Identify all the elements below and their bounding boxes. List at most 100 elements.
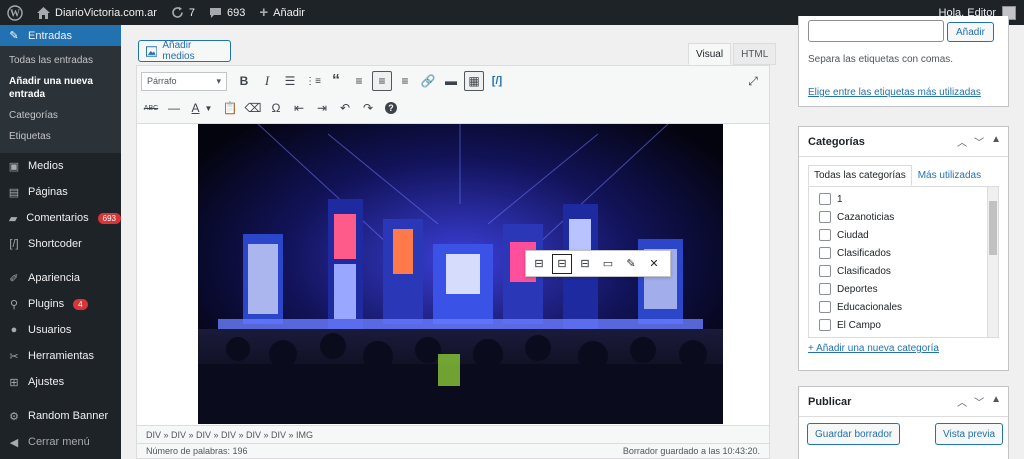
menu-herramientas[interactable]: ✂ Herramientas: [0, 343, 121, 369]
pencil-icon: ✎: [626, 258, 636, 270]
align-right-button[interactable]: ≡: [395, 71, 415, 91]
indent-button[interactable]: ⇥: [312, 98, 332, 118]
image-remove-button[interactable]: ✕: [644, 254, 664, 274]
blockquote-button[interactable]: “: [326, 71, 346, 91]
publish-title: Publicar: [808, 395, 852, 408]
image-align-center-button[interactable]: ⊟: [552, 253, 572, 274]
redo-button[interactable]: ↷: [358, 98, 378, 118]
element-path: DIV » DIV » DIV » DIV » DIV » DIV » IMG: [136, 425, 770, 443]
menu-plugins[interactable]: ⚲ Plugins 4: [0, 291, 121, 317]
tab-visual[interactable]: Visual: [688, 43, 732, 65]
strikethrough-button[interactable]: ABC: [141, 98, 161, 118]
category-item[interactable]: Deportes: [819, 280, 998, 298]
save-draft-label: Guardar borrador: [815, 428, 893, 440]
bold-button[interactable]: B: [234, 71, 254, 91]
category-checkbox[interactable]: [819, 211, 831, 223]
category-item[interactable]: Clasificados: [819, 244, 998, 262]
italic-icon: I: [264, 73, 270, 88]
draft-saved-status: Borrador guardado a las 10:43:20.: [622, 446, 760, 456]
indent-icon: ⇥: [316, 101, 328, 115]
category-item[interactable]: Cazanoticias: [819, 208, 998, 226]
preview-button[interactable]: Vista previa: [935, 423, 1004, 445]
gear-icon: ⚙: [9, 410, 19, 423]
tab-most-used[interactable]: Más utilizadas: [912, 165, 987, 186]
format-select[interactable]: Párrafo ▾: [141, 71, 227, 91]
categories-scrollbar[interactable]: [987, 187, 998, 337]
scrollbar-thumb[interactable]: [989, 201, 997, 255]
image-edit-button[interactable]: ✎: [621, 254, 641, 274]
fullscreen-button[interactable]: ⤢: [743, 71, 763, 91]
category-checkbox[interactable]: [819, 301, 831, 313]
read-more-button[interactable]: ▬: [441, 71, 461, 91]
menu-usuarios[interactable]: ● Usuarios: [0, 317, 121, 343]
submenu-categorias[interactable]: Categorías: [0, 105, 121, 126]
bulleted-list-button[interactable]: ☰: [280, 71, 300, 91]
menu-paginas[interactable]: ▤ Páginas: [0, 179, 121, 205]
collapse-menu[interactable]: ◀ Cerrar menú: [0, 429, 121, 455]
chevron-down-icon[interactable]: ﹀: [974, 134, 984, 149]
updates-link[interactable]: 7: [164, 0, 202, 25]
save-draft-button[interactable]: Guardar borrador: [807, 423, 901, 445]
chevron-up-icon[interactable]: ︿: [957, 394, 967, 409]
image-align-none-button[interactable]: ▭: [598, 254, 618, 274]
horizontal-line-button[interactable]: —: [164, 98, 184, 118]
category-checkbox[interactable]: [819, 229, 831, 241]
outdent-button[interactable]: ⇤: [289, 98, 309, 118]
category-item[interactable]: Educacionales: [819, 298, 998, 316]
new-content-link[interactable]: + Añadir: [252, 0, 312, 25]
align-center-button[interactable]: ≡: [372, 71, 392, 91]
paste-as-text-button[interactable]: 📋: [220, 98, 240, 118]
tab-all-categories[interactable]: Todas las categorías: [808, 165, 912, 186]
toggle-panel-icon[interactable]: ▲: [991, 134, 1001, 149]
menu-random-banner[interactable]: ⚙ Random Banner: [0, 403, 121, 429]
add-media-button[interactable]: Añadir medios: [138, 40, 231, 62]
chevron-down-icon[interactable]: ﹀: [974, 394, 984, 409]
tag-input[interactable]: [808, 20, 944, 42]
comments-link[interactable]: 693: [202, 0, 252, 25]
submenu-etiquetas[interactable]: Etiquetas: [0, 126, 121, 147]
add-tag-button[interactable]: Añadir: [947, 22, 994, 42]
settings-icon: ⊞: [9, 376, 19, 389]
menu-entradas[interactable]: ✎ Entradas: [0, 25, 121, 46]
menu-apariencia[interactable]: ✐ Apariencia: [0, 265, 121, 291]
menu-shortcoder[interactable]: [/] Shortcoder: [0, 231, 121, 257]
choose-tags-link[interactable]: Elige entre las etiquetas más utilizadas: [808, 87, 981, 98]
category-item[interactable]: Clasificados: [819, 262, 998, 280]
numbered-list-button[interactable]: ⋮≡: [303, 71, 323, 91]
italic-button[interactable]: I: [257, 71, 277, 91]
clear-formatting-button[interactable]: ⌫: [243, 98, 263, 118]
align-none-icon: ▭: [602, 258, 614, 270]
category-checkbox[interactable]: [819, 319, 831, 331]
category-item[interactable]: El Campo: [819, 316, 998, 334]
menu-comentarios[interactable]: ▰ Comentarios 693: [0, 205, 121, 231]
undo-button[interactable]: ↶: [335, 98, 355, 118]
text-color-button[interactable]: A ▼: [187, 98, 217, 118]
toolbar-toggle-button[interactable]: ▦: [464, 71, 484, 91]
tab-html[interactable]: HTML: [733, 43, 777, 65]
insert-link-button[interactable]: 🔗: [418, 71, 438, 91]
category-checkbox[interactable]: [819, 283, 831, 295]
submenu-anadir-entrada[interactable]: Añadir una nueva entrada: [0, 71, 121, 105]
editor-content[interactable]: ⊟ ⊟ ⊟ ▭ ✎ ✕: [137, 124, 769, 426]
image-align-left-button[interactable]: ⊟: [529, 254, 549, 274]
wordpress-logo-link[interactable]: W: [0, 0, 30, 25]
special-character-button[interactable]: Ω: [266, 98, 286, 118]
category-item[interactable]: 1: [819, 190, 998, 208]
image-align-right-button[interactable]: ⊟: [575, 254, 595, 274]
category-checkbox[interactable]: [819, 193, 831, 205]
category-checkbox[interactable]: [819, 247, 831, 259]
category-checkbox[interactable]: [819, 265, 831, 277]
comments-badge: 693: [97, 212, 121, 224]
shortcoder-button[interactable]: [/]: [487, 71, 507, 91]
toggle-panel-icon[interactable]: ▲: [991, 394, 1001, 409]
align-left-button[interactable]: ≡: [349, 71, 369, 91]
site-name-link[interactable]: DiarioVictoria.com.ar: [30, 0, 164, 25]
category-item[interactable]: Ciudad: [819, 226, 998, 244]
tags-help-text: Separa las etiquetas con comas.: [808, 54, 954, 65]
add-category-link[interactable]: + Añadir una nueva categoría: [808, 343, 939, 354]
chevron-up-icon[interactable]: ︿: [957, 134, 967, 149]
submenu-todas-entradas[interactable]: Todas las entradas: [0, 50, 121, 71]
help-button[interactable]: ?: [381, 98, 401, 118]
menu-ajustes[interactable]: ⊞ Ajustes: [0, 369, 121, 395]
menu-medios[interactable]: ▣ Medios: [0, 153, 121, 179]
